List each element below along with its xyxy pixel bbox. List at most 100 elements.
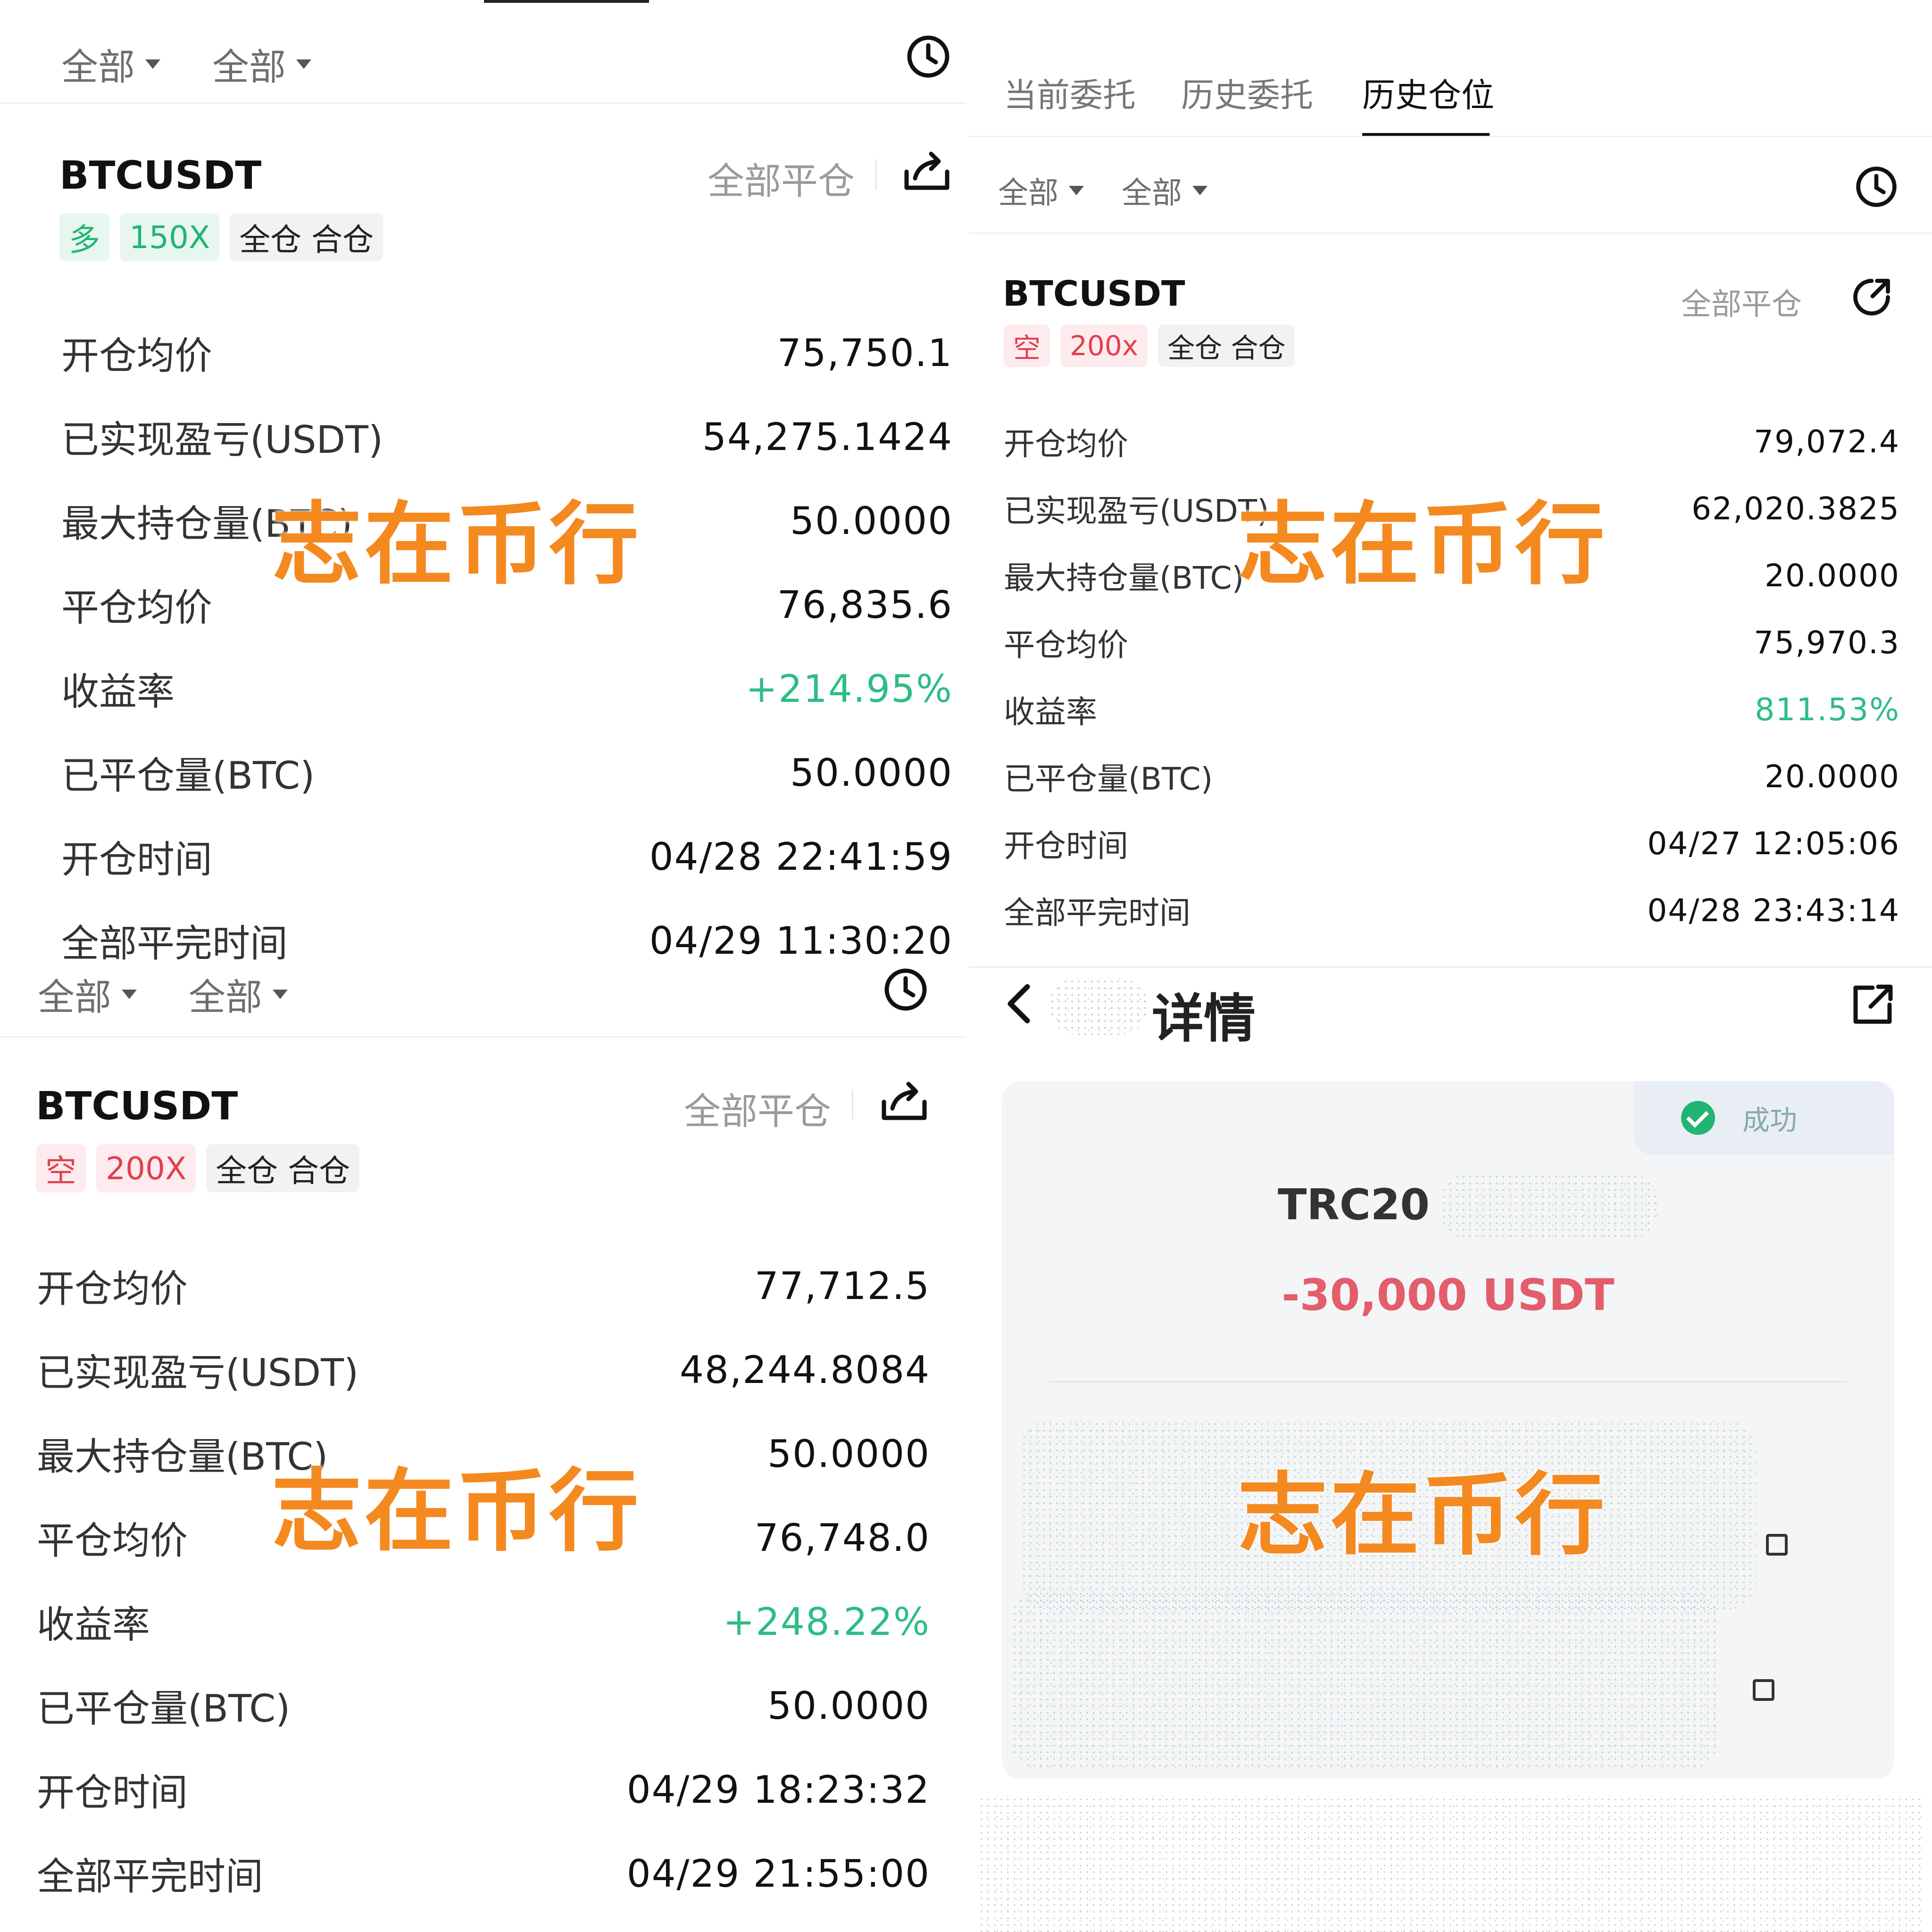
active-tab-indicator	[484, 0, 649, 3]
row-value: 04/29 11:30:20	[649, 918, 953, 963]
row-value: 04/28 23:43:14	[1647, 892, 1900, 929]
row-label: 已实现盈亏(USDT)	[1004, 493, 1269, 529]
clock-icon[interactable]	[1854, 164, 1899, 209]
filter-dropdown-type[interactable]: 全部	[61, 38, 161, 91]
row-value: +248.22%	[723, 1599, 930, 1644]
row-label: 平仓均价	[37, 1519, 188, 1563]
row-label: 收益率	[1004, 694, 1097, 730]
filter-dropdown-direction[interactable]: 全部	[212, 38, 312, 91]
row-close-time: 全部平完时间 04/28 23:43:14	[1004, 888, 1900, 933]
filter-label: 全部	[998, 176, 1058, 211]
row-label: 全部平完时间	[61, 922, 288, 966]
leverage-tag: 200X	[96, 1144, 196, 1192]
filter-label: 全部	[212, 46, 286, 89]
filter-label: 全部	[38, 976, 112, 1019]
row-yield: 收益率 +214.95%	[61, 661, 953, 716]
row-open-time: 开仓时间 04/27 12:05:06	[1004, 821, 1900, 866]
row-value: +214.95%	[746, 666, 953, 711]
filter-bar: 全部 全部	[0, 19, 966, 104]
filter-dropdown-type[interactable]: 全部	[998, 169, 1084, 212]
row-realized-pnl: 已实现盈亏(USDT) 54,275.1424	[61, 409, 953, 464]
filter-label: 全部	[1122, 176, 1182, 211]
direction-tag: 空	[1004, 325, 1050, 367]
row-label: 开仓均价	[61, 334, 212, 378]
row-close-price: 平仓均价 75,970.3	[1004, 620, 1900, 665]
watermark: 志在币行	[272, 1459, 642, 1564]
share-icon[interactable]	[878, 1077, 930, 1124]
row-value: 54,275.1424	[702, 415, 953, 459]
blurred-footer	[978, 1796, 1922, 1932]
row-open-time: 开仓时间 04/28 22:41:59	[61, 829, 953, 884]
row-label: 平仓均价	[1004, 627, 1128, 663]
back-arrow-icon[interactable]	[1000, 980, 1038, 1027]
transfer-amount: -30,000 USDT	[1282, 1270, 1615, 1320]
share-icon[interactable]	[1849, 275, 1894, 320]
position-tags: 空 200x 全仓 合仓	[1004, 325, 1295, 367]
row-label: 已平仓量(BTC)	[1004, 761, 1213, 797]
tab-current-orders[interactable]: 当前委托	[1004, 69, 1136, 117]
blurred-details-block-2	[1011, 1591, 1719, 1770]
caret-down-icon	[1069, 186, 1084, 195]
row-label: 开仓时间	[1004, 828, 1128, 864]
row-label: 全部平完时间	[1004, 895, 1191, 931]
filter-dropdown-type[interactable]: 全部	[38, 968, 137, 1021]
copy-icon[interactable]	[1753, 1679, 1774, 1701]
section-divider	[969, 966, 1932, 968]
filter-dropdown-direction[interactable]: 全部	[189, 968, 288, 1021]
row-value: 75,750.1	[777, 331, 953, 375]
row-label: 收益率	[61, 670, 175, 714]
page-title: 详情	[1152, 989, 1256, 1049]
copy-icon[interactable]	[1766, 1534, 1788, 1556]
share-icon[interactable]	[1849, 981, 1896, 1028]
clock-icon[interactable]	[905, 33, 952, 80]
row-label: 平仓均价	[61, 586, 212, 630]
filter-dropdown-direction[interactable]: 全部	[1122, 169, 1208, 212]
margin-mode-tag: 全仓 合仓	[230, 213, 383, 261]
row-label: 最大持仓量(BTC)	[1004, 560, 1244, 596]
row-value: 50.0000	[790, 750, 953, 795]
close-all-button[interactable]: 全部平仓	[1681, 280, 1802, 324]
row-label: 已平仓量(BTC)	[61, 754, 315, 798]
clock-icon[interactable]	[882, 966, 929, 1013]
row-value: 04/28 22:41:59	[649, 834, 953, 879]
row-realized-pnl: 已实现盈亏(USDT) 48,244.8084	[37, 1342, 930, 1397]
row-value: 77,712.5	[754, 1264, 930, 1308]
row-value: 76,835.6	[777, 583, 953, 627]
symbol-name: BTCUSDT	[59, 153, 262, 198]
row-value: 20.0000	[1765, 557, 1900, 594]
direction-tag: 多	[59, 213, 109, 261]
row-label: 已实现盈亏(USDT)	[61, 418, 383, 462]
caret-down-icon	[122, 990, 137, 999]
row-value: 62,020.3825	[1691, 490, 1900, 527]
margin-mode-tag: 全仓 合仓	[1158, 325, 1295, 367]
close-all-button[interactable]: 全部平仓	[708, 152, 855, 205]
row-value: 50.0000	[790, 499, 953, 543]
row-open-price: 开仓均价 75,750.1	[61, 325, 953, 380]
tab-order-history[interactable]: 历史委托	[1181, 69, 1313, 117]
position-tags: 空 200X 全仓 合仓	[36, 1144, 360, 1192]
symbol-name: BTCUSDT	[36, 1084, 238, 1129]
row-open-price: 开仓均价 79,072.4	[1004, 419, 1900, 464]
row-close-time: 全部平完时间 04/29 11:30:20	[61, 913, 953, 966]
row-value: 04/29 21:55:00	[626, 1851, 930, 1896]
leverage-tag: 150X	[120, 213, 220, 261]
status-text: 成功	[1742, 1104, 1798, 1136]
share-icon[interactable]	[901, 147, 953, 194]
row-value: 48,244.8084	[680, 1348, 930, 1392]
tab-position-history[interactable]: 历史仓位	[1362, 69, 1494, 117]
row-yield: 收益率 +248.22%	[37, 1594, 930, 1649]
position-panel-2: 当前委托 历史委托 历史仓位 全部 全部 BTCUSDT 全部平仓 空 200x…	[969, 0, 1932, 966]
row-label: 开仓均价	[37, 1267, 188, 1311]
row-open-price: 开仓均价 77,712.5	[37, 1258, 930, 1313]
close-all-button[interactable]: 全部平仓	[684, 1082, 831, 1135]
blurred-title-text	[1049, 978, 1148, 1035]
watermark: 志在币行	[1238, 1463, 1608, 1567]
caret-down-icon	[145, 59, 161, 69]
direction-tag: 空	[36, 1144, 86, 1192]
tab-divider	[969, 136, 1932, 137]
row-label: 全部平完时间	[37, 1855, 263, 1899]
transfer-detail-panel: 详情 成功 TRC20 -30,000 USDT 志在币行	[969, 966, 1932, 1932]
row-closed-qty: 已平仓量(BTC) 20.0000	[1004, 754, 1900, 799]
row-label: 已实现盈亏(USDT)	[37, 1351, 359, 1395]
watermark: 志在币行	[1238, 492, 1608, 597]
